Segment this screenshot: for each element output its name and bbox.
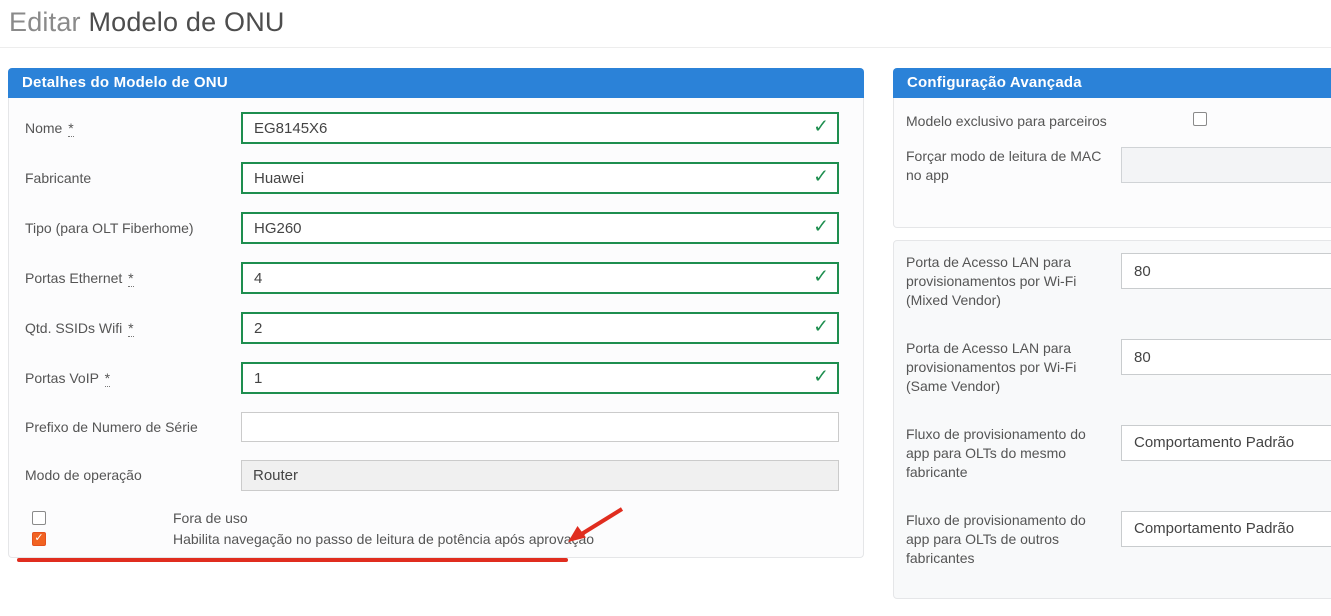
lan-port-mixed-input[interactable] <box>1121 253 1331 289</box>
flow-other-vendor-label: Fluxo de provisionamento do app para OLT… <box>906 511 1121 568</box>
row-flow-other-vendor: Fluxo de provisionamento do app para OLT… <box>906 511 1331 568</box>
flow-other-vendor-select[interactable]: Comportamento Padrão <box>1121 511 1331 547</box>
portas-voip-input[interactable] <box>241 362 839 394</box>
habilita-navegacao-checkbox[interactable]: ✓ <box>32 532 46 546</box>
row-mac-read-mode: Forçar modo de leitura de MAC no app <box>906 147 1331 185</box>
panel-header-advanced: Configuração Avançada <box>893 68 1331 98</box>
ssids-wifi-input[interactable] <box>241 312 839 344</box>
checkbox-row-fora-de-uso: Fora de uso <box>25 507 839 528</box>
form-row-portas-voip: Portas VoIP * ✓ <box>25 362 839 394</box>
modo-operacao-input <box>241 460 839 491</box>
panel-body-advanced: Modelo exclusivo para parceiros Forçar m… <box>893 98 1331 228</box>
checkbox-row-habilita-navegacao: ✓ Habilita navegação no passo de leitura… <box>25 528 839 549</box>
mac-read-mode-input[interactable] <box>1121 147 1331 183</box>
checkbox-group: Fora de uso ✓ Habilita navegação no pass… <box>25 507 839 549</box>
page-title-main: Modelo de ONU <box>88 7 284 37</box>
field-label-portas-ethernet: Portas Ethernet * <box>25 270 241 287</box>
row-lan-port-same: Porta de Acesso LAN para provisionamento… <box>906 339 1331 396</box>
panel-body-details: Nome * ✓ Fabricante ✓ Tipo (para OLT Fib… <box>8 98 864 558</box>
form-row-tipo: Tipo (para OLT Fiberhome) ✓ <box>25 212 839 244</box>
partner-exclusive-checkbox[interactable] <box>1193 112 1207 126</box>
required-mark: * <box>128 320 133 337</box>
field-label-prefixo-serie: Prefixo de Numero de Série <box>25 419 241 436</box>
required-mark: * <box>105 370 110 387</box>
page-title-prefix: Editar <box>9 7 81 37</box>
mac-read-mode-label: Forçar modo de leitura de MAC no app <box>906 147 1121 185</box>
nome-input[interactable] <box>241 112 839 144</box>
row-partner-exclusive: Modelo exclusivo para parceiros <box>906 112 1331 131</box>
required-mark: * <box>68 120 73 137</box>
panel-advanced-config: Configuração Avançada Modelo exclusivo p… <box>893 68 1331 599</box>
form-row-modo-operacao: Modo de operação <box>25 460 839 491</box>
form-row-fabricante: Fabricante ✓ <box>25 162 839 194</box>
row-lan-port-mixed: Porta de Acesso LAN para provisionamento… <box>906 253 1331 310</box>
fabricante-input[interactable] <box>241 162 839 194</box>
form-row-nome: Nome * ✓ <box>25 112 839 144</box>
panel-header-details: Detalhes do Modelo de ONU <box>8 68 864 98</box>
form-row-prefixo-serie: Prefixo de Numero de Série <box>25 412 839 442</box>
panel-onu-model-details: Detalhes do Modelo de ONU Nome * ✓ Fabri… <box>8 68 864 558</box>
field-label-tipo: Tipo (para OLT Fiberhome) <box>25 220 241 237</box>
lan-port-same-label: Porta de Acesso LAN para provisionamento… <box>906 339 1121 396</box>
fora-de-uso-checkbox[interactable] <box>32 511 46 525</box>
field-label-nome: Nome * <box>25 120 241 137</box>
row-flow-same-vendor: Fluxo de provisionamento do app para OLT… <box>906 425 1331 482</box>
field-label-ssids-wifi: Qtd. SSIDs Wifi * <box>25 320 241 337</box>
page-title: Editar Modelo de ONU <box>9 7 1331 38</box>
form-row-ssids-wifi: Qtd. SSIDs Wifi * ✓ <box>25 312 839 344</box>
partner-exclusive-label: Modelo exclusivo para parceiros <box>906 112 1121 131</box>
habilita-navegacao-label: Habilita navegação no passo de leitura d… <box>173 531 594 547</box>
card-lan-provisioning: Porta de Acesso LAN para provisionamento… <box>893 240 1331 599</box>
lan-port-same-input[interactable] <box>1121 339 1331 375</box>
portas-ethernet-input[interactable] <box>241 262 839 294</box>
lan-port-mixed-label: Porta de Acesso LAN para provisionamento… <box>906 253 1121 310</box>
field-label-fabricante: Fabricante <box>25 170 241 187</box>
main-content: Detalhes do Modelo de ONU Nome * ✓ Fabri… <box>8 68 1331 599</box>
form-row-portas-ethernet: Portas Ethernet * ✓ <box>25 262 839 294</box>
fora-de-uso-label: Fora de uso <box>173 510 248 526</box>
prefixo-serie-input[interactable] <box>241 412 839 442</box>
flow-same-vendor-select[interactable]: Comportamento Padrão <box>1121 425 1331 461</box>
tipo-input[interactable] <box>241 212 839 244</box>
field-label-modo-operacao: Modo de operação <box>25 467 241 484</box>
field-label-portas-voip: Portas VoIP * <box>25 370 241 387</box>
required-mark: * <box>128 270 133 287</box>
flow-same-vendor-label: Fluxo de provisionamento do app para OLT… <box>906 425 1121 482</box>
header-divider <box>0 47 1331 48</box>
